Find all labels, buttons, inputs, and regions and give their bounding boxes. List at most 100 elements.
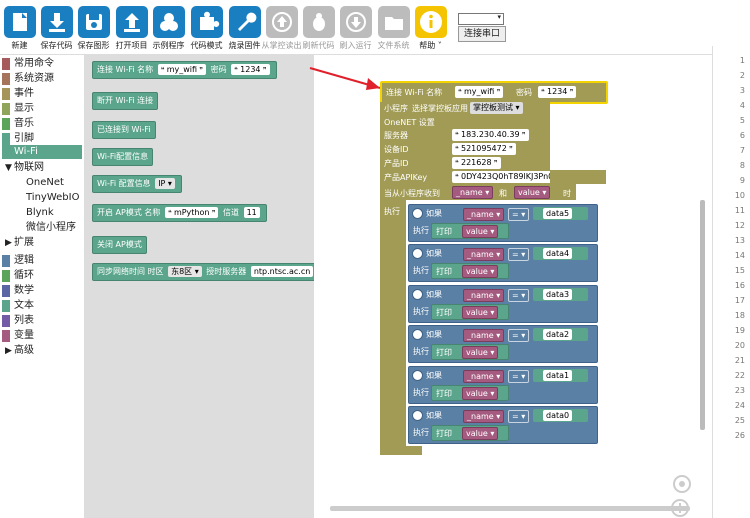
code-preview-pane[interactable]: 1 2 3 4 5 6 7 8 9 10 11 12 13 14 15 16 1… — [712, 46, 750, 518]
cond-name-var[interactable]: _name ▾ — [463, 208, 505, 221]
recenter-icon[interactable] — [670, 472, 694, 496]
timezone-dropdown[interactable]: 东8区 ▾ — [168, 266, 202, 277]
print-value-var[interactable]: value ▾ — [462, 427, 499, 440]
cond-string-field[interactable]: data0 — [543, 410, 573, 421]
upload-icon — [115, 6, 148, 38]
triangle-right-icon: ▶ — [5, 346, 12, 356]
cond-name-var[interactable]: _name ▾ — [463, 370, 505, 383]
ws-wifi-connect-block[interactable]: 连接 Wi-Fi 名称 ❝ my_wifi ❞ 密码 ❝ 1234 ❞ — [380, 81, 608, 104]
applet-value: 掌控板测试 — [473, 103, 513, 112]
block-label: 小程序 — [384, 104, 408, 113]
cond-string-block[interactable]: data4 — [533, 247, 588, 260]
if-block-3[interactable]: 如果 _name ▾ = ▾ data2 执行 打印 value ▾ — [408, 325, 598, 363]
cond-name-var[interactable]: _name ▾ — [463, 410, 505, 423]
help-label: 帮助 ˅ — [419, 41, 442, 50]
triangle-down-icon: ▼ — [5, 163, 12, 173]
folder-icon — [377, 6, 410, 38]
connect-serial-button[interactable]: 连接串口 — [458, 26, 506, 42]
wifi-connect-block[interactable]: 连接 Wi-Fi 名称 ❝ my_wifi ❞ 密码 ❝ 1234 ❞ — [92, 61, 277, 79]
bug-icon — [302, 6, 335, 38]
category-onenet[interactable]: OneNet — [26, 176, 64, 190]
ws-recv-value-var[interactable]: value ▾ — [514, 186, 551, 199]
line-number: 4 — [739, 101, 745, 110]
block-label: 选择掌控板应用 — [412, 104, 468, 113]
line-number: 25 — [734, 416, 745, 425]
ap-mode-block[interactable]: 开启 AP模式 名称 ❝ mPython ❞ 信道 11 — [92, 204, 267, 222]
cond-operator-dropdown[interactable]: = ▾ — [508, 248, 530, 261]
workspace-vertical-scrollbar[interactable] — [700, 200, 705, 430]
ws-recv-name-var[interactable]: _name ▾ — [452, 186, 494, 199]
print-block[interactable]: 打印 value ▾ — [431, 304, 509, 320]
print-value-var[interactable]: value ▾ — [462, 306, 499, 319]
category-wifi[interactable]: Wi-Fi — [2, 145, 82, 159]
print-block[interactable]: 打印 value ▾ — [431, 344, 509, 360]
cond-operator-dropdown[interactable]: = ▾ — [508, 208, 530, 221]
ws-ssid-field[interactable]: ❝ my_wifi ❞ — [455, 86, 504, 98]
cond-name-var[interactable]: _name ▾ — [463, 248, 505, 261]
ws-product-field[interactable]: ❝ 221628 ❞ — [452, 157, 501, 169]
zoom-in-icon[interactable] — [670, 498, 690, 518]
ssid-field[interactable]: ❝ my_wifi ❞ — [157, 64, 207, 75]
cond-operator-dropdown[interactable]: = ▾ — [508, 289, 530, 302]
cond-operator-dropdown[interactable]: = ▾ — [508, 410, 530, 423]
category-tinywebio[interactable]: TinyWebIO — [26, 191, 79, 205]
ws-applet-dropdown[interactable]: 掌控板测试 ▾ — [470, 102, 523, 114]
ntp-sync-block[interactable]: 同步网络时间 时区 东8区 ▾ 授时服务器 ntp.ntsc.ac.cn — [92, 263, 321, 281]
print-block[interactable]: 打印 value ▾ — [431, 263, 509, 279]
wifi-config-block[interactable]: Wi-Fi配置信息 — [92, 148, 154, 166]
print-value-var[interactable]: value ▾ — [462, 387, 499, 400]
print-block[interactable]: 打印 value ▾ — [431, 223, 509, 239]
cond-operator-dropdown[interactable]: = ▾ — [508, 329, 530, 342]
wifi-config-info-block[interactable]: Wi-Fi 配置信息 IP ▾ — [92, 175, 182, 193]
cond-string-field[interactable]: data1 — [543, 370, 573, 381]
line-number: 24 — [734, 401, 745, 410]
wifi-connected-block[interactable]: 已连接到 Wi-Fi — [92, 121, 156, 139]
print-value-var[interactable]: value ▾ — [462, 225, 499, 238]
cond-string-field[interactable]: data4 — [543, 248, 573, 259]
cond-string-field[interactable]: data2 — [543, 329, 573, 340]
print-block[interactable]: 打印 value ▾ — [431, 425, 509, 441]
category-blynk[interactable]: Blynk — [26, 206, 54, 220]
cond-string-field[interactable]: data3 — [543, 289, 573, 300]
cond-operator-dropdown[interactable]: = ▾ — [508, 370, 530, 383]
block-label: 产品ID — [384, 159, 409, 168]
block-label: 连接 Wi-Fi 名称 — [97, 65, 154, 74]
ws-device-field[interactable]: ❝ 521095472 ❞ — [452, 143, 516, 155]
print-value-var[interactable]: value ▾ — [462, 346, 499, 359]
category-wechat-applet[interactable]: 微信小程序 — [26, 221, 76, 235]
ws-server-field[interactable]: ❝ 183.230.40.39 ❞ — [452, 129, 529, 141]
if-block-0[interactable]: 如果 _name ▾ = ▾ data5 执行 打印 value ▾ — [408, 204, 598, 242]
help-button[interactable]: 帮助 ˅ — [412, 6, 449, 52]
if-block-1[interactable]: 如果 _name ▾ = ▾ data4 执行 打印 value ▾ — [408, 244, 598, 282]
cond-name-var[interactable]: _name ▾ — [463, 329, 505, 342]
serial-port-select[interactable]: ▾ — [458, 13, 504, 25]
channel-field[interactable]: 11 — [243, 207, 260, 218]
ap-off-block[interactable]: 关闭 AP模式 — [92, 236, 147, 254]
ws-receive-block[interactable]: 当从小程序收到 _name ▾ 和 value ▾ 时 — [380, 184, 576, 200]
category-label: TinyWebIO — [26, 192, 80, 203]
cond-string-block[interactable]: data0 — [533, 409, 588, 422]
cond-string-block[interactable]: data5 — [533, 207, 588, 220]
cond-string-field[interactable]: data5 — [543, 208, 573, 219]
workspace-horizontal-scrollbar[interactable] — [330, 506, 690, 511]
password-field[interactable]: ❝ 1234 ❞ — [231, 64, 270, 75]
print-value-var[interactable]: value ▾ — [462, 265, 499, 278]
config-option-dropdown[interactable]: IP ▾ — [155, 178, 175, 189]
cond-string-block[interactable]: data2 — [533, 328, 588, 341]
category-label: 逻辑 — [14, 255, 34, 266]
category-label: 文本 — [14, 300, 34, 311]
ntp-server-field[interactable]: ntp.ntsc.ac.cn — [250, 266, 314, 277]
line-number: 26 — [734, 431, 745, 440]
ws-password-field[interactable]: ❝ 1234 ❞ — [538, 86, 577, 98]
ap-name-field[interactable]: ❝ mPython ❞ — [164, 207, 219, 218]
cond-string-block[interactable]: data3 — [533, 288, 588, 301]
print-block[interactable]: 打印 value ▾ — [431, 385, 509, 401]
block-label: 授时服务器 — [206, 267, 247, 276]
cond-string-block[interactable]: data1 — [533, 369, 588, 382]
if-block-2[interactable]: 如果 _name ▾ = ▾ data3 执行 打印 value ▾ — [408, 285, 598, 323]
cond-name-var[interactable]: _name ▾ — [463, 289, 505, 302]
if-block-4[interactable]: 如果 _name ▾ = ▾ data1 执行 打印 value ▾ — [408, 366, 598, 404]
if-block-5[interactable]: 如果 _name ▾ = ▾ data0 执行 打印 value ▾ — [408, 406, 598, 444]
wifi-disconnect-block[interactable]: 断开 Wi-Fi 连接 — [92, 92, 159, 110]
ssid-value: my_wifi — [464, 87, 495, 96]
